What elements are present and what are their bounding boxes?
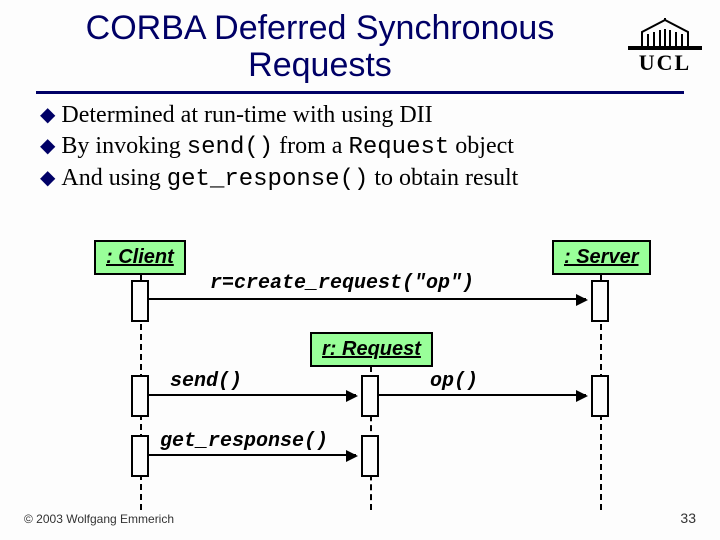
copyright: © 2003 Wolfgang Emmerich [24, 512, 174, 526]
bullet-list: ◆Determined at run-time with using DII ◆… [40, 102, 680, 193]
msg-op: op() [430, 370, 478, 393]
slide-title: CORBA Deferred Synchronous Requests [0, 0, 720, 89]
client-activation-3 [131, 435, 149, 477]
diamond-icon: ◆ [40, 167, 55, 189]
client-activation-1 [131, 280, 149, 322]
msg-create-request: r=create_request("op") [210, 272, 474, 295]
page-number: 33 [680, 510, 696, 526]
request-object: r: Request [310, 332, 433, 367]
arrow-get-response [148, 454, 356, 456]
title-line-2: Requests [248, 46, 392, 84]
request-activation-2 [361, 435, 379, 477]
bullet-2: ◆By invoking send() from a Request objec… [40, 133, 680, 161]
bullet-1: ◆Determined at run-time with using DII [40, 102, 680, 129]
logo-text: UCL [628, 50, 702, 76]
arrow-send [148, 394, 356, 396]
arrow-create [148, 298, 586, 300]
dome-icon [638, 18, 692, 48]
title-rule [36, 91, 684, 94]
arrow-op [378, 394, 586, 396]
client-object: : Client [94, 240, 186, 275]
client-activation-2 [131, 375, 149, 417]
bullet-3: ◆And using get_response() to obtain resu… [40, 165, 680, 193]
diamond-icon: ◆ [40, 104, 55, 126]
diamond-icon: ◆ [40, 135, 55, 157]
server-object: : Server [552, 240, 651, 275]
msg-get-response: get_response() [160, 430, 328, 453]
server-activation-1 [591, 280, 609, 322]
title-line-1: CORBA Deferred Synchronous [86, 9, 555, 47]
sequence-diagram: : Client : Server r: Request r=create_re… [60, 240, 660, 510]
msg-send: send() [170, 370, 242, 393]
server-activation-2 [591, 375, 609, 417]
ucl-logo: UCL [628, 18, 702, 76]
request-activation-1 [361, 375, 379, 417]
